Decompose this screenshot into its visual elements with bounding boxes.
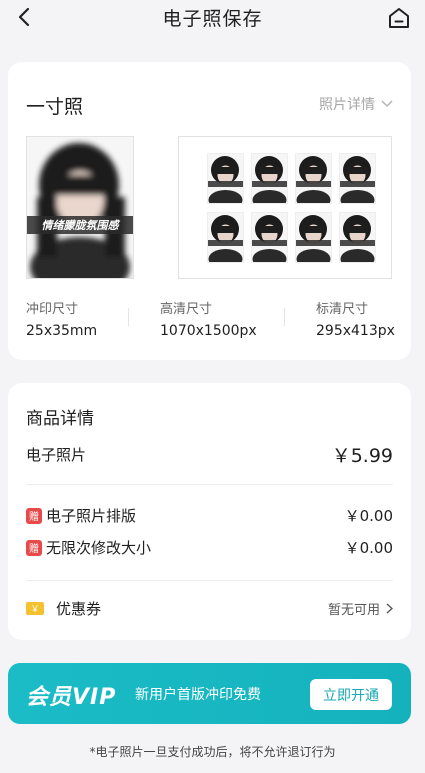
divider [128,308,129,326]
coupon-icon: ￥ [26,602,44,615]
layout-thumbnail [339,212,376,263]
main-item-label: 电子照片 [26,446,87,464]
portrait-image [27,137,133,278]
layout-thumbnail [251,212,288,263]
main-item-price: ￥5.99 [331,445,393,467]
layout-thumbnail [339,153,376,204]
layout-thumbnail [295,212,332,263]
spec-sd: 标清尺寸 295x413px [316,298,395,339]
page-title: 电子照保存 [162,8,263,30]
photo-detail-link[interactable]: 照片详情 [319,94,393,114]
product-detail-card: 商品详情 电子照片 ￥5.99 赠 电子照片排版 ￥0.00 赠 无限次修改大小… [8,383,411,640]
chevron-right-icon [386,603,393,614]
layout-sheet-preview[interactable] [178,136,392,279]
product-detail-title: 商品详情 [26,409,94,429]
photo-type-title: 一寸照 [26,96,84,118]
spec-value: 1070x1500px [160,323,257,339]
spec-value: 295x413px [316,323,395,339]
gift-badge: 赠 [26,507,42,524]
refund-policy-note: *电子照片一旦支付成功后，将不允许退订行为 [89,745,336,759]
gift-price: ￥0.00 [344,507,393,525]
layout-thumbnail [295,153,332,204]
divider [26,580,393,581]
spec-label: 标清尺寸 [316,302,369,317]
vip-banner[interactable]: 会员VIP 新用户首版冲印免费 立即开通 [8,663,411,724]
vip-promo-text: 新用户首版冲印免费 [135,687,261,703]
single-photo-preview[interactable]: 情绪朦胧氛围感 [26,136,134,279]
divider [26,484,393,485]
gift-label: 电子照片排版 [46,507,137,525]
main-item-row: 电子照片 ￥5.99 [26,441,393,468]
chevron-down-icon [381,100,393,108]
spec-print: 冲印尺寸 25x35mm [26,298,97,339]
coupon-value: 暂无可用 [327,603,380,618]
vip-open-button[interactable]: 立即开通 [310,679,392,710]
layout-thumbnail [251,153,288,204]
coupon-label: 优惠券 [56,600,102,618]
spec-label: 冲印尺寸 [26,302,79,317]
layout-thumbnail [207,212,244,263]
photo-overlay-text: 情绪朦胧氛围感 [41,219,119,232]
photo-detail-label: 照片详情 [319,97,375,113]
divider [284,308,285,326]
layout-thumbnail [207,153,244,204]
vip-logo: 会员VIP [26,685,117,710]
spec-label: 高清尺寸 [160,302,213,317]
coupon-row[interactable]: ￥ 优惠券 暂无可用 [26,598,393,619]
gift-row: 赠 电子照片排版 ￥0.00 [26,505,393,526]
spec-value: 25x35mm [26,323,98,339]
gift-badge: 赠 [26,539,42,556]
home-icon [389,8,409,28]
photo-card: 一寸照 照片详情 情绪朦胧氛围感 冲印尺寸 25x35mm 高清尺寸 1070x… [8,62,411,360]
gift-row: 赠 无限次修改大小 ￥0.00 [26,537,393,558]
gift-price: ￥0.00 [344,539,393,557]
spec-hd: 高清尺寸 1070x1500px [160,298,257,339]
nav-bar: 电子照保存 [0,0,425,36]
home-button[interactable] [385,4,413,32]
gift-label: 无限次修改大小 [46,539,152,557]
